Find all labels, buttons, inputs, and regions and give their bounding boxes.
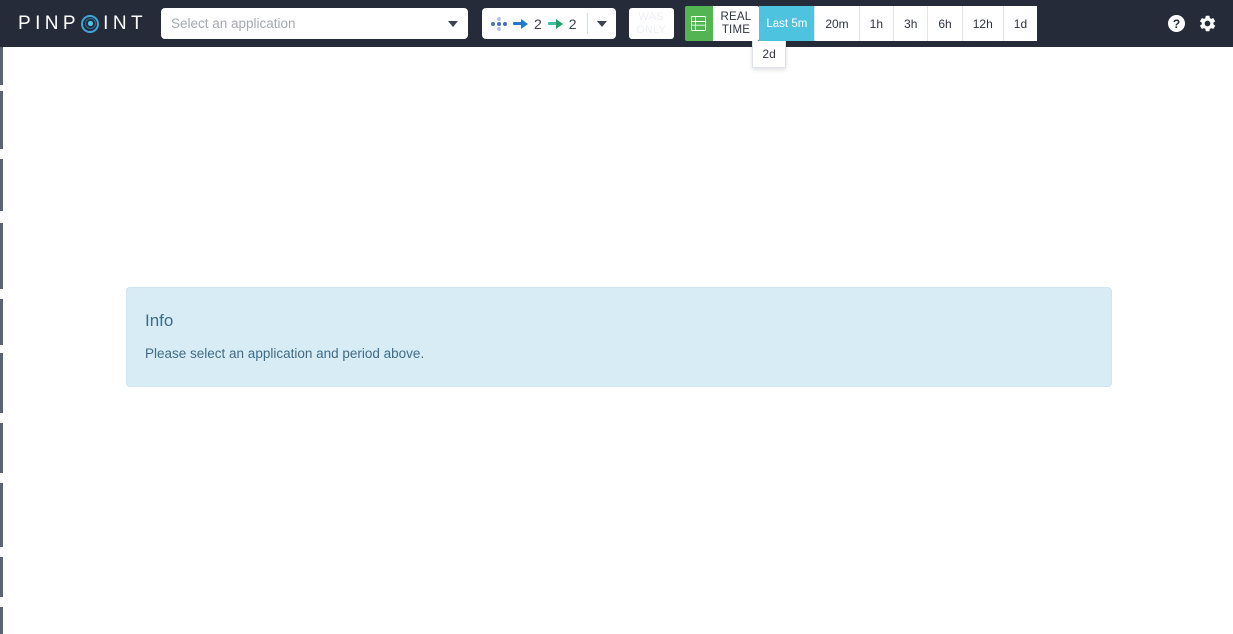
period-dropdown-menu: 2d [752, 41, 786, 68]
gear-icon[interactable] [1198, 14, 1217, 33]
info-alert-panel: Info Please select an application and pe… [126, 287, 1112, 387]
navbar-right-actions: ? [1168, 14, 1217, 33]
inbound-count: 2 [533, 15, 542, 32]
period-button-group: Last 5m 2d 20m 1h 3h 6h 12h 1d [752, 6, 1038, 68]
brand-suffix: INT [103, 13, 147, 34]
period-label: 20m [825, 16, 849, 31]
info-alert-message: Please select an application and period … [145, 346, 425, 361]
left-edge-rail [0, 47, 4, 634]
period-button-last-5m[interactable]: Last 5m 2d [752, 6, 816, 68]
period-button-1d[interactable]: 1d [1003, 6, 1038, 41]
node-summary-dropdown-button[interactable] [588, 8, 616, 39]
was-only-line1: WAS [638, 11, 664, 24]
period-label: 12h [972, 16, 993, 31]
brand-logo[interactable]: PINP INT [18, 0, 147, 47]
period-label: 6h [938, 16, 952, 31]
period-label: 1d [1013, 16, 1028, 31]
period-button-20m[interactable]: 20m [815, 6, 860, 41]
arrow-right-blue-icon [512, 18, 528, 29]
help-circle-icon[interactable]: ? [1168, 15, 1185, 32]
period-button-12h[interactable]: 12h [962, 6, 1004, 41]
grid-table-icon [691, 16, 707, 31]
application-select[interactable]: Select an application [160, 8, 468, 39]
was-only-toggle[interactable]: WAS ONLY [628, 8, 674, 39]
period-label: Last 5m [766, 17, 808, 30]
period-button-6h[interactable]: 6h [928, 6, 963, 41]
chevron-down-icon [447, 20, 458, 27]
brand-prefix: PINP [18, 13, 80, 34]
grid-table-icon-button[interactable] [684, 6, 713, 41]
application-select-placeholder: Select an application [170, 16, 296, 31]
period-dropdown-item-label: 2d [762, 47, 776, 61]
period-dropdown-item-2d[interactable]: 2d [753, 41, 784, 67]
chevron-down-icon [596, 20, 607, 27]
period-label: 1h [869, 16, 884, 31]
main-content: Info Please select an application and pe… [0, 47, 1233, 634]
realtime-group: REAL TIME [684, 6, 760, 41]
info-alert-title: Info [145, 311, 174, 330]
pinpoint-target-icon [81, 14, 100, 33]
server-nodes-icon [490, 16, 508, 31]
period-button-1h[interactable]: 1h [859, 6, 895, 41]
was-only-line2: ONLY [636, 23, 667, 36]
outbound-count: 2 [568, 15, 577, 32]
arrow-right-green-icon [547, 18, 563, 29]
realtime-button[interactable]: REAL TIME [712, 6, 760, 41]
realtime-line2: TIME [721, 23, 751, 36]
realtime-line1: REAL [720, 10, 752, 23]
period-button-3h[interactable]: 3h [894, 6, 929, 41]
node-summary-counts[interactable]: 2 2 [482, 8, 587, 39]
top-navbar: PINP INT Select an application 2 2 WAS O… [0, 0, 1233, 68]
brand-logo-text: PINP INT [18, 14, 147, 33]
node-summary-group: 2 2 [481, 8, 616, 39]
period-label: 3h [904, 16, 918, 31]
help-glyph: ? [1172, 16, 1181, 31]
